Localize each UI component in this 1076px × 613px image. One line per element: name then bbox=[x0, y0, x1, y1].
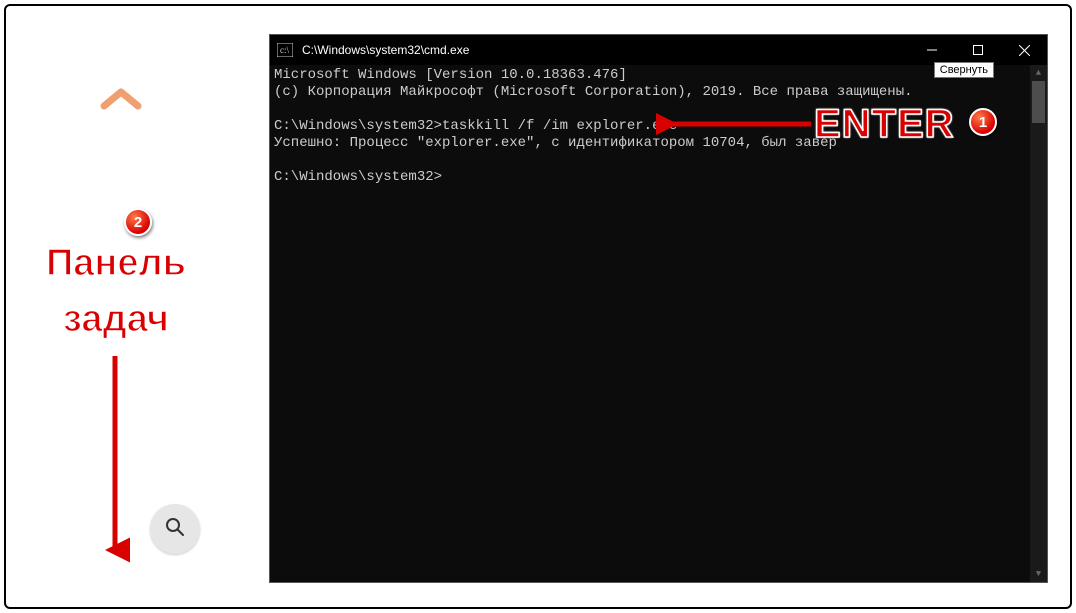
terminal-prompt: C:\Windows\system32> bbox=[274, 118, 442, 134]
annotation-panel-line1: Панель bbox=[30, 244, 202, 282]
search-button[interactable] bbox=[150, 504, 200, 554]
annotation-badge-1: 1 bbox=[969, 108, 997, 136]
scroll-up-icon[interactable]: ▲ bbox=[1030, 65, 1047, 81]
terminal-line: (c) Корпорация Майкрософт (Microsoft Cor… bbox=[274, 84, 913, 100]
cmd-icon: c:\ bbox=[270, 35, 300, 65]
annotation-arrow-enter bbox=[656, 112, 816, 136]
expand-chevron-icon[interactable] bbox=[98, 84, 144, 114]
annotation-enter-label: ENTER bbox=[814, 104, 955, 144]
annotation-panel-label: Панель задач bbox=[30, 244, 202, 338]
maximize-button[interactable] bbox=[955, 35, 1001, 65]
terminal-prompt: C:\Windows\system32> bbox=[274, 169, 442, 185]
titlebar[interactable]: c:\ C:\Windows\system32\cmd.exe bbox=[270, 35, 1047, 65]
terminal-line: Успешно: Процесс "explorer.exe", с идент… bbox=[274, 135, 837, 151]
minimize-button[interactable] bbox=[909, 35, 955, 65]
screenshot-frame: c:\ C:\Windows\system32\cmd.exe Microsof… bbox=[4, 4, 1072, 609]
annotation-badge-2: 2 bbox=[124, 208, 152, 236]
svg-text:c:\: c:\ bbox=[280, 45, 289, 55]
scroll-thumb[interactable] bbox=[1032, 81, 1045, 123]
minimize-tooltip: Свернуть bbox=[934, 62, 994, 78]
window-title: C:\Windows\system32\cmd.exe bbox=[300, 35, 909, 65]
terminal-command: taskkill /f /im explorer.exe bbox=[442, 118, 677, 134]
annotation-panel-line2: задач bbox=[30, 300, 202, 338]
search-icon bbox=[165, 517, 185, 542]
annotation-arrow-panel bbox=[100, 354, 130, 564]
vertical-scrollbar[interactable]: ▲ ▼ bbox=[1030, 65, 1047, 582]
scroll-down-icon[interactable]: ▼ bbox=[1030, 566, 1047, 582]
terminal-line: Microsoft Windows [Version 10.0.18363.47… bbox=[274, 67, 627, 83]
close-button[interactable] bbox=[1001, 35, 1047, 65]
